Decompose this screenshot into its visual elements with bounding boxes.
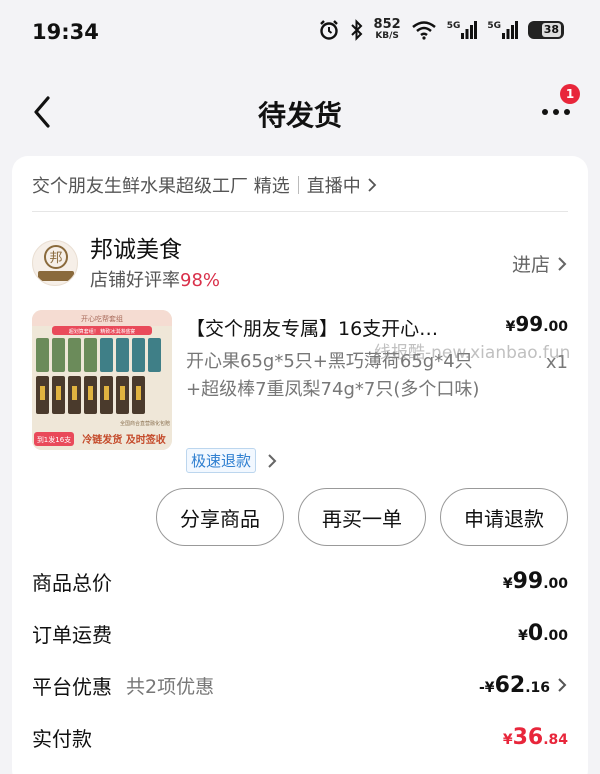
shipping-value: ¥0.00 xyxy=(518,621,568,646)
nav-bar: 待发货 1 xyxy=(0,80,600,144)
thumb-header: 开心吃帮套组 xyxy=(81,314,123,323)
shipping-label: 订单运费 xyxy=(32,622,112,647)
rebuy-button[interactable]: 再买一单 xyxy=(298,488,426,546)
order-summary: 商品总价 ¥99.00 订单运费 ¥0.00 平台优惠 共2项优惠 -¥62.1… xyxy=(32,566,568,766)
rating-value: 98% xyxy=(180,270,221,291)
discount-count: 共2项优惠 xyxy=(126,675,215,698)
rating-label: 店铺好评率 xyxy=(90,270,180,291)
section-divider xyxy=(32,211,568,212)
order-card: 交个朋友生鲜水果超级工厂 精选 直播中 邦 邦诚美食 店铺好评率98% 进店 开… xyxy=(12,156,588,774)
battery-icon: 38 xyxy=(528,20,564,39)
chevron-right-icon xyxy=(368,178,377,192)
thumb-side2: 融化包赔 xyxy=(150,420,170,427)
shop-logo-icon: 邦 xyxy=(38,245,74,281)
paid-label: 实付款 xyxy=(32,726,92,751)
discount-prefix: -¥ xyxy=(479,679,495,696)
total-label: 商品总价 xyxy=(32,570,112,595)
shipping-int: 0 xyxy=(527,620,544,646)
total-dec: .00 xyxy=(543,575,568,592)
discount-int: 62 xyxy=(494,672,526,698)
thumb-badge: 到1发16支 xyxy=(37,435,71,444)
network-speed: 852 KB/S xyxy=(374,18,401,41)
summary-row-paid: 实付款 ¥36.84 xyxy=(32,722,568,752)
product-price: ¥99.00 xyxy=(506,312,568,336)
notification-badge: 1 xyxy=(560,84,580,104)
battery-level: 38 xyxy=(541,22,561,37)
signal-5g-2: 5G xyxy=(487,20,518,39)
shop-rating: 店铺好评率98% xyxy=(90,266,220,292)
net-speed-value: 852 xyxy=(373,17,401,32)
signal-5g-1: 5G xyxy=(446,20,478,39)
product-image: 开心吃帮套组 超划算套组！ 精致冰淇淋盛宴 全国商合直营 融化包赔 到1发16支… xyxy=(32,310,172,450)
net-speed-unit: KB/S xyxy=(375,31,399,41)
enter-shop-button[interactable]: 进店 xyxy=(512,250,568,277)
chevron-right-icon xyxy=(558,678,567,692)
status-icons: 852 KB/S 5G 5G 38 xyxy=(318,18,564,41)
shop-name[interactable]: 邦诚美食 xyxy=(90,230,182,264)
total-value: ¥99.00 xyxy=(503,569,568,594)
bluetooth-icon xyxy=(350,18,362,41)
price-int: 99 xyxy=(515,312,544,336)
apply-refund-button[interactable]: 申请退款 xyxy=(440,488,568,546)
paid-dec: .84 xyxy=(543,731,568,748)
thumb-side1: 全国商合直营 xyxy=(120,420,150,427)
summary-row-discount[interactable]: 平台优惠 共2项优惠 -¥62.16 xyxy=(32,670,568,700)
source-channel[interactable]: 交个朋友生鲜水果超级工厂 精选 直播中 xyxy=(32,172,379,198)
refund-tag-label: 极速退款 xyxy=(186,448,257,473)
paid-value: ¥36.84 xyxy=(503,725,568,750)
alarm-icon xyxy=(319,19,338,40)
summary-row-shipping: 订单运费 ¥0.00 xyxy=(32,618,568,648)
signal-bars-icon xyxy=(461,20,478,39)
discount-dec: .16 xyxy=(525,679,550,696)
paid-int: 36 xyxy=(512,724,544,750)
enter-shop-label: 进店 xyxy=(511,254,550,276)
product-thumbnail[interactable]: 开心吃帮套组 超划算套组！ 精致冰淇淋盛宴 全国商合直营 融化包赔 到1发16支… xyxy=(32,310,172,450)
share-product-button[interactable]: 分享商品 xyxy=(156,488,284,546)
shop-logo[interactable]: 邦 xyxy=(32,240,78,286)
summary-row-total: 商品总价 ¥99.00 xyxy=(32,566,568,596)
thumb-promo: 超划算套组！ 精致冰淇淋盛宴 xyxy=(69,328,136,335)
watermark-text: 线报酷-new.xianbao.fun xyxy=(374,343,571,363)
discount-label: 平台优惠 xyxy=(32,674,112,699)
thumb-footer: 冷链发货 及时签收 xyxy=(82,433,165,446)
price-dec: .00 xyxy=(543,319,568,335)
status-time: 19:34 xyxy=(32,20,99,44)
svg-text:邦: 邦 xyxy=(49,251,62,266)
page-title: 待发货 xyxy=(257,99,342,132)
wifi-icon xyxy=(411,20,436,40)
price-symbol: ¥ xyxy=(505,319,516,335)
total-int: 99 xyxy=(512,568,544,594)
signal-label: 5G xyxy=(487,20,501,31)
currency-symbol: ¥ xyxy=(518,627,528,644)
discount-value: -¥62.16 xyxy=(479,673,550,698)
action-buttons: 分享商品 再买一单 申请退款 xyxy=(156,488,568,546)
signal-label: 5G xyxy=(446,20,461,31)
currency-symbol: ¥ xyxy=(502,575,513,592)
signal-bars-icon xyxy=(502,20,518,39)
status-bar: 19:34 852 KB/S 5G 5G 38 xyxy=(0,0,600,64)
more-icon[interactable] xyxy=(540,104,572,120)
currency-symbol: ¥ xyxy=(502,731,513,748)
live-status: 直播中 xyxy=(306,176,361,197)
fast-refund-tag[interactable]: 极速退款 xyxy=(186,448,278,473)
product-title[interactable]: 【交个朋友专属】16支开心… xyxy=(186,314,486,341)
chevron-right-icon xyxy=(268,453,277,468)
shipping-dec: .00 xyxy=(543,627,568,644)
chevron-right-icon xyxy=(558,256,567,271)
divider-line xyxy=(297,176,299,194)
channel-name: 交个朋友生鲜水果超级工厂 精选 xyxy=(32,176,290,197)
